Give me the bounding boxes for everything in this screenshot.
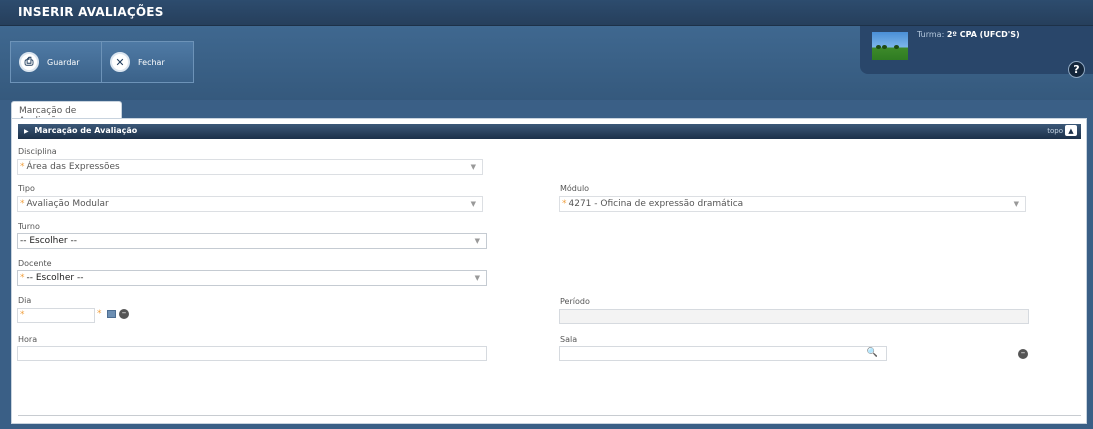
turno-value: -- Escolher -- <box>20 236 77 246</box>
turma-panel: Turma: 2º CPA (UFCD'S) ? <box>860 26 1093 78</box>
chevron-down-icon: ▼ <box>1013 200 1019 208</box>
disciplina-value: Área das Expressões <box>26 162 120 172</box>
modulo-select[interactable]: * 4271 - Oficina de expressão dramática ▼ <box>559 196 1026 212</box>
turma-image <box>872 32 908 60</box>
divider <box>18 415 1081 416</box>
section-header[interactable]: ▶ Marcação de Avaliação topo ▲ <box>18 124 1081 139</box>
tipo-select[interactable]: * Avaliação Modular ▼ <box>17 196 483 212</box>
minus-circle-icon[interactable]: – <box>1018 349 1028 359</box>
help-button[interactable]: ? <box>1068 61 1085 78</box>
chevron-down-icon: ▼ <box>470 200 476 208</box>
turno-label: Turno <box>18 222 40 231</box>
save-button-label: Guardar <box>47 57 80 67</box>
magnifier-icon[interactable]: 🔍 <box>867 348 878 358</box>
modulo-value: 4271 - Oficina de expressão dramática <box>568 199 744 209</box>
docente-select[interactable]: * -- Escolher -- ▼ <box>17 270 487 286</box>
disciplina-label: Disciplina <box>18 147 57 156</box>
form-panel: ▶ Marcação de Avaliação topo ▲ Disciplin… <box>11 118 1087 424</box>
print-icon: ⎙ <box>19 52 39 72</box>
periodo-input <box>559 309 1029 324</box>
topo-label: topo <box>1047 126 1063 135</box>
periodo-label: Período <box>560 297 590 306</box>
chevron-down-icon: ▼ <box>474 237 480 245</box>
dia-label: Dia <box>18 296 32 305</box>
tipo-label: Tipo <box>18 184 35 193</box>
hora-input[interactable] <box>17 346 487 361</box>
chevron-down-icon: ▼ <box>470 163 476 171</box>
minus-circle-icon[interactable]: – <box>119 309 129 319</box>
turno-select[interactable]: -- Escolher -- ▼ <box>17 233 487 249</box>
sala-label: Sala <box>560 335 578 344</box>
turma-value: 2º CPA (UFCD'S) <box>946 30 1020 39</box>
docente-label: Docente <box>18 259 52 268</box>
close-button[interactable]: ✕ Fechar <box>101 41 194 83</box>
page-title: INSERIR AVALIAÇÕES <box>18 5 164 19</box>
back-to-top-link[interactable]: topo ▲ <box>1047 125 1077 136</box>
expand-arrow-icon: ▶ <box>24 128 29 135</box>
section-title: Marcação de Avaliação <box>34 126 138 135</box>
hora-label: Hora <box>18 335 38 344</box>
required-mark: * <box>97 309 102 319</box>
calendar-icon[interactable] <box>107 310 116 318</box>
chevron-down-icon: ▼ <box>474 274 480 282</box>
docente-value: -- Escolher -- <box>26 273 84 283</box>
save-button[interactable]: ⎙ Guardar <box>10 41 102 83</box>
required-mark: * <box>20 199 25 209</box>
required-mark: * <box>562 199 567 209</box>
dia-input[interactable]: * <box>17 308 95 323</box>
tipo-value: Avaliação Modular <box>26 199 109 209</box>
turma-label: Turma: <box>917 30 945 39</box>
required-mark: * <box>20 273 25 283</box>
close-icon: ✕ <box>110 52 130 72</box>
turma-info: Turma: 2º CPA (UFCD'S) <box>917 30 1020 39</box>
close-button-label: Fechar <box>138 57 165 67</box>
modulo-label: Módulo <box>560 184 590 193</box>
required-mark: * <box>20 310 25 320</box>
tab-marcacao-avaliacao[interactable]: Marcação de Avaliação <box>11 101 122 126</box>
header-bar: INSERIR AVALIAÇÕES <box>0 0 1093 26</box>
arrow-up-icon: ▲ <box>1065 125 1077 136</box>
disciplina-select[interactable]: * Área das Expressões ▼ <box>17 159 483 175</box>
sala-input[interactable]: 🔍 <box>559 346 887 361</box>
required-mark: * <box>20 162 25 172</box>
